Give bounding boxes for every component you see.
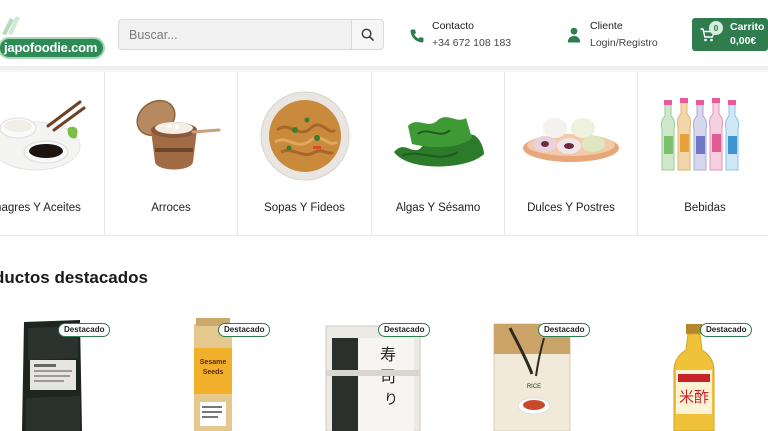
category-label: Dulces Y Postres	[527, 202, 615, 214]
leaf-icon	[2, 16, 20, 35]
product-card[interactable]: RICE Destacado	[490, 318, 600, 431]
product-card[interactable]: Sesame Seeds Destacado	[180, 318, 280, 431]
category-label: nagres Y Aceites	[0, 202, 81, 214]
contact-block[interactable]: Contacto +34 672 108 183	[409, 20, 519, 52]
category-vinagres-aceites[interactable]: nagres Y Aceites	[0, 72, 105, 236]
featured-badge: Destacado	[58, 323, 111, 337]
svg-text:Seeds: Seeds	[203, 369, 224, 376]
category-algas-sesamo[interactable]: Algas Y Sésamo	[372, 72, 505, 236]
category-arroces[interactable]: Arroces	[105, 72, 238, 236]
site-header: japofoodie.com Contacto +34 672 108 183 …	[0, 0, 768, 66]
featured-badge: Destacado	[378, 323, 431, 337]
product-card[interactable]: 寿 司 り Destacado	[320, 318, 436, 431]
cart-title: Carrito	[730, 21, 765, 33]
cart-count-badge: 0	[709, 21, 723, 35]
featured-badge: Destacado	[700, 323, 753, 337]
category-dulces-postres[interactable]: Dulces Y Postres	[505, 72, 638, 236]
product-card[interactable]: Destacado	[12, 318, 116, 431]
featured-badge: Destacado	[218, 323, 271, 337]
category-label: Algas Y Sésamo	[395, 202, 481, 214]
logo[interactable]: japofoodie.com	[0, 12, 106, 59]
client-title: Cliente	[590, 20, 623, 32]
product-card[interactable]: 米酢 Destacado	[660, 318, 768, 431]
category-label: Arroces	[151, 202, 191, 214]
contact-phone[interactable]: +34 672 108 183	[432, 37, 511, 49]
category-label: Bebidas	[684, 202, 726, 214]
cart-total: 0,00€	[730, 35, 757, 47]
logo-text: japofoodie.com	[0, 37, 106, 59]
svg-text:寿: 寿	[380, 345, 396, 364]
client-block[interactable]: Cliente Login/Registro	[567, 20, 667, 52]
user-icon	[567, 27, 581, 43]
svg-text:RICE: RICE	[527, 384, 541, 390]
category-sopas-fideos[interactable]: Sopas Y Fideos	[238, 72, 372, 236]
category-label: Sopas Y Fideos	[264, 202, 345, 214]
vinegar-oil-image	[0, 100, 86, 171]
search-input[interactable]	[119, 20, 353, 49]
login-register-link[interactable]: Login/Registro	[590, 37, 658, 49]
phone-icon	[410, 29, 424, 43]
svg-text:り: り	[384, 392, 398, 408]
ramune-bottles-image	[660, 98, 740, 171]
cart-button[interactable]: 0 Carrito 0,00€	[692, 18, 768, 51]
featured-products-title: ductos destacados	[0, 268, 148, 287]
seaweed-image	[394, 117, 484, 167]
category-grid: nagres Y Aceites Arroces Sopas Y Fideos	[0, 72, 768, 236]
svg-text:司: 司	[380, 367, 396, 386]
search-icon	[361, 28, 374, 41]
rice-image	[136, 99, 221, 170]
svg-text:米酢: 米酢	[679, 388, 709, 406]
noodles-image	[260, 91, 349, 181]
search-bar	[118, 19, 384, 50]
search-button[interactable]	[351, 20, 383, 49]
category-bebidas[interactable]: Bebidas	[638, 72, 768, 236]
contact-title: Contacto	[432, 20, 475, 32]
mochi-image	[523, 118, 619, 162]
featured-badge: Destacado	[538, 323, 591, 337]
svg-text:Sesame: Sesame	[200, 359, 227, 366]
